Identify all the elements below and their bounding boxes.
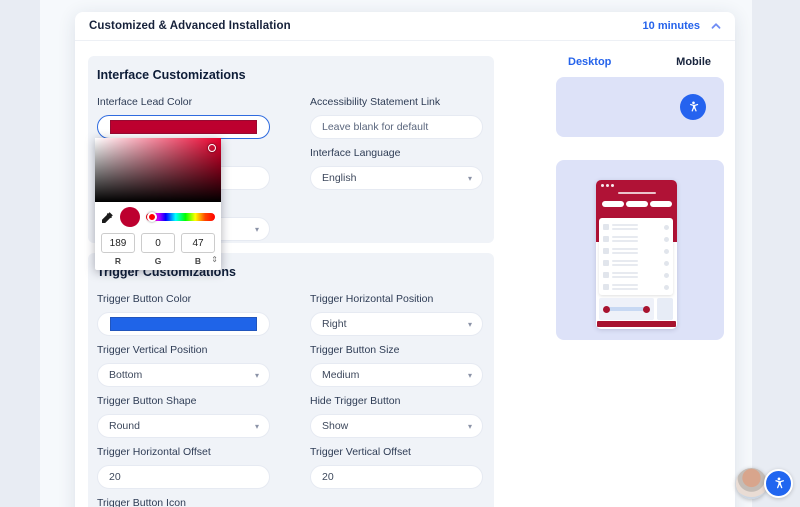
trigger-button-icon-field: Trigger Button Icon [97,497,270,507]
widget-header-buttons [596,201,677,207]
current-color-swatch [120,207,140,227]
accessibility-person-icon [686,100,701,115]
trigger-horizontal-offset-field: Trigger Horizontal Offset [97,446,270,489]
widget-slider [599,298,654,320]
hide-trigger-button-select[interactable]: Show ▾ [310,414,483,438]
preview-tabs: Desktop Mobile [556,56,724,68]
color-format-toggle-icon[interactable]: ⇕ [211,255,218,264]
chevron-down-icon: ▾ [255,225,259,235]
mobile-preview-card [556,160,724,340]
list-item [603,281,669,293]
list-item [603,245,669,257]
chevron-down-icon: ▾ [468,422,472,432]
rgb-b-input[interactable] [181,233,215,253]
widget-title-line [618,192,656,194]
interface-section-title: Interface Customizations [97,68,483,82]
chevron-down-icon: ▾ [255,371,259,381]
accessibility-statement-input-wrap [310,115,483,139]
trigger-button-shape-field: Trigger Button Shape Round ▾ [97,395,270,438]
chevron-down-icon: ▾ [468,371,472,381]
saturation-area[interactable] [95,138,221,202]
rgb-r-label: R [101,256,135,266]
accessibility-widget-button[interactable] [764,469,793,498]
rgb-g-input[interactable] [141,233,175,253]
accessibility-statement-input[interactable] [322,121,471,133]
hide-trigger-button-field: Hide Trigger Button Show ▾ [310,395,483,438]
trigger-button-size-select[interactable]: Medium ▾ [310,363,483,387]
widget-window-dots [596,184,677,187]
accessibility-person-icon [771,476,787,492]
duration-label: 10 minutes [643,20,700,32]
hue-slider-thumb[interactable] [147,212,157,222]
interface-language-value: English [322,172,356,184]
preview-accessibility-button [680,94,706,120]
tab-mobile[interactable]: Mobile [676,56,711,68]
preview-panel: Desktop Mobile [556,56,724,340]
interface-lead-color-label: Interface Lead Color [97,96,270,109]
trigger-vertical-offset-field: Trigger Vertical Offset [310,446,483,489]
trigger-button-size-field: Trigger Button Size Medium ▾ [310,344,483,387]
trigger-button-shape-select[interactable]: Round ▾ [97,414,270,438]
interface-language-label: Interface Language [310,147,483,160]
trigger-vertical-offset-input[interactable] [322,471,471,483]
accessibility-statement-label: Accessibility Statement Link [310,96,483,109]
trigger-button-color-field: Trigger Button Color [97,293,270,336]
chevron-down-icon: ▾ [255,422,259,432]
widget-slider-value-box [657,298,673,320]
chevron-down-icon: ▾ [468,174,472,184]
rgb-r-input[interactable] [101,233,135,253]
hue-slider[interactable] [146,213,215,221]
floating-buttons [736,468,793,499]
page-background: Customized & Advanced Installation 10 mi… [0,0,800,507]
list-item [603,221,669,233]
rgb-g-label: G [141,256,175,266]
interface-lead-color-field: Interface Lead Color [97,96,270,139]
widget-mockup [596,180,677,329]
list-item [603,269,669,281]
interface-language-field: Interface Language English ▾ [310,147,483,190]
panel-header: Customized & Advanced Installation 10 mi… [75,12,735,41]
interface-lead-color-input[interactable] [97,115,270,139]
lead-color-swatch [110,120,257,134]
trigger-vertical-position-select[interactable]: Bottom ▾ [97,363,270,387]
user-avatar[interactable] [736,468,767,499]
chevron-up-icon [711,22,721,30]
saturation-cursor[interactable] [208,144,216,152]
trigger-horizontal-position-field: Trigger Horizontal Position Right ▾ [310,293,483,336]
trigger-horizontal-offset-input[interactable] [109,471,258,483]
interface-customizations-section: Interface Customizations Interface Lead … [88,56,494,243]
color-picker-popup: R G B ⇕ [95,138,221,270]
trigger-button-color-input[interactable] [97,312,270,336]
widget-option-list [599,218,673,295]
trigger-vertical-position-field: Trigger Vertical Position Bottom ▾ [97,344,270,387]
trigger-horizontal-position-select[interactable]: Right ▾ [310,312,483,336]
tab-desktop[interactable]: Desktop [568,56,611,68]
widget-slider-row [599,298,673,320]
desktop-preview-card [556,77,724,137]
list-item [603,233,669,245]
trigger-customizations-section: Trigger Customizations Trigger Button Co… [88,253,494,507]
accessibility-statement-field: Accessibility Statement Link [310,96,483,139]
trigger-color-swatch [110,317,257,331]
installation-panel: Customized & Advanced Installation 10 mi… [75,12,735,507]
panel-title: Customized & Advanced Installation [89,20,291,32]
chevron-down-icon: ▾ [468,320,472,330]
list-item [603,257,669,269]
duration-collapse-toggle[interactable]: 10 minutes [643,20,721,32]
rgb-b-label: B [181,256,215,266]
interface-language-select[interactable]: English ▾ [310,166,483,190]
widget-footer-bar [597,321,676,327]
eyedropper-icon[interactable] [101,211,114,224]
